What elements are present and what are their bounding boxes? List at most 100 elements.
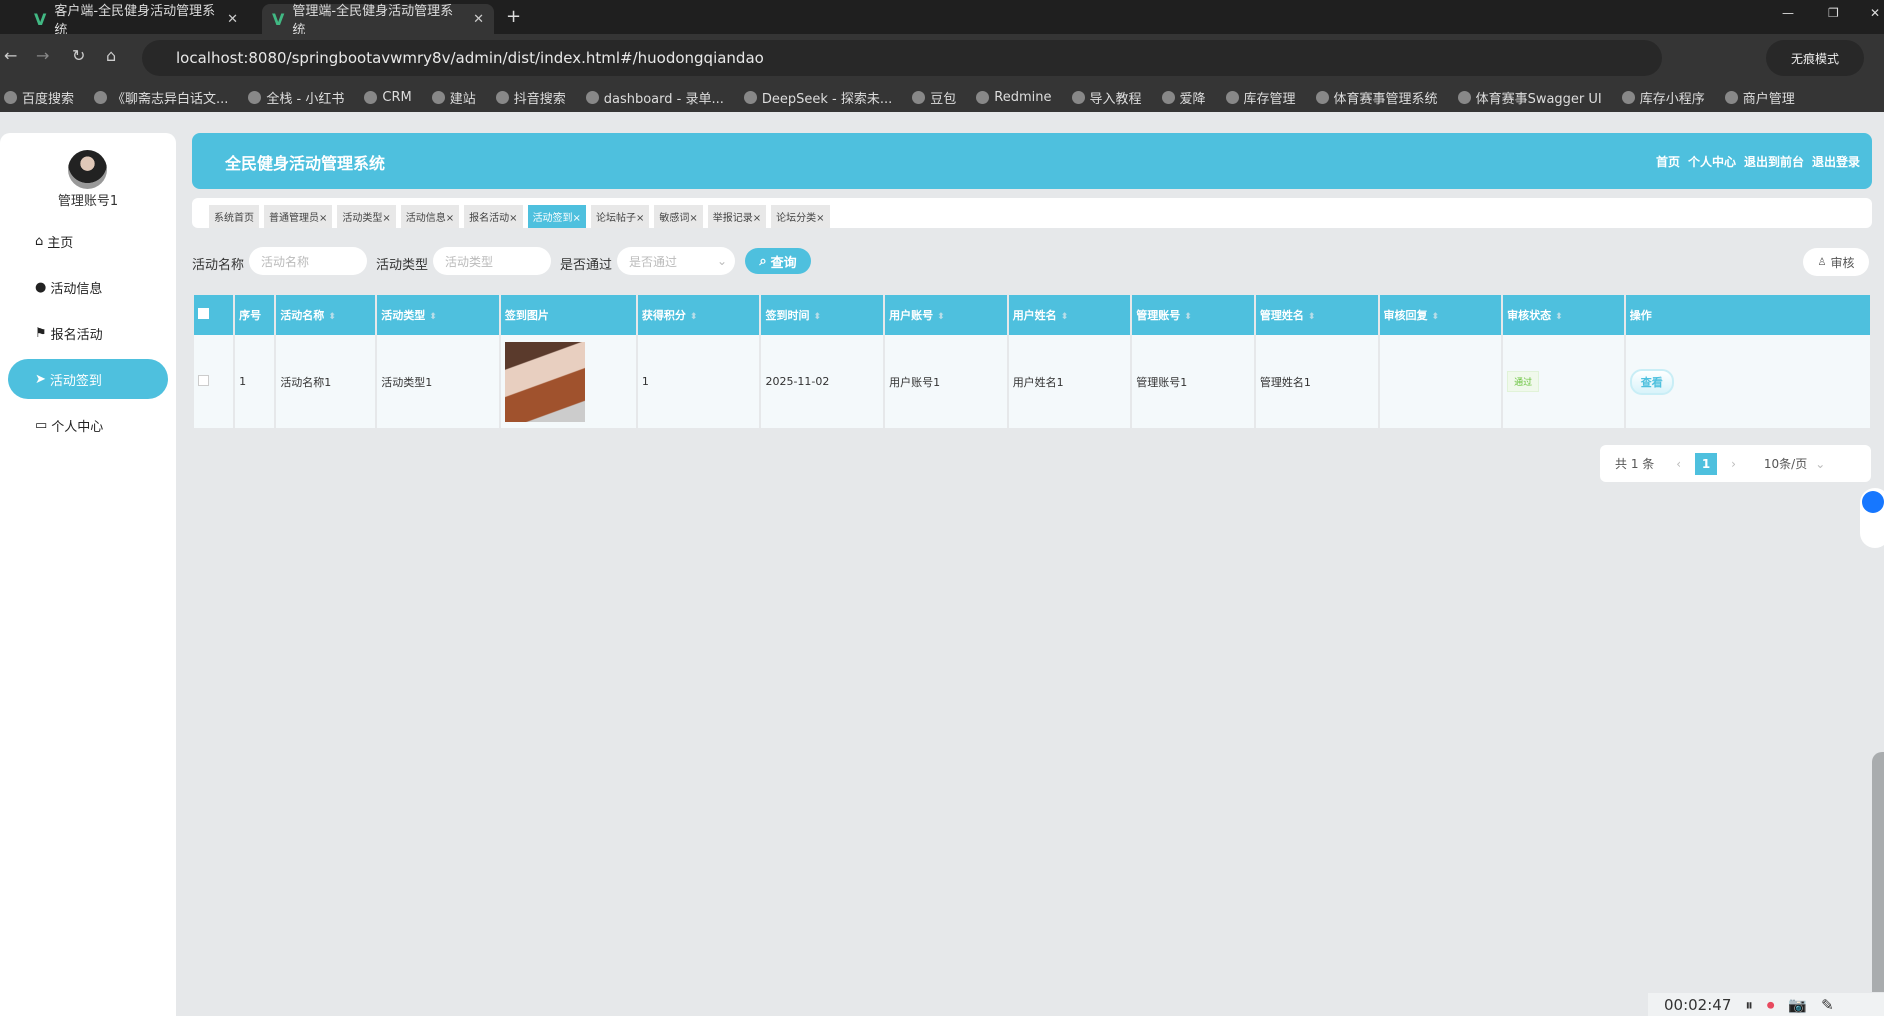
table-row: 1 活动名称1 活动类型1 1 2025-11-02 用户账号1 用户姓名1 管… <box>194 335 1870 428</box>
page-size-select[interactable]: 10条/页 <box>1764 455 1807 472</box>
restore-button[interactable]: ❐ <box>1828 6 1839 20</box>
back-icon[interactable]: ← <box>4 46 17 65</box>
bookmark-item[interactable]: 百度搜索 <box>4 88 74 107</box>
bookmark-item[interactable]: CRM <box>364 90 412 105</box>
column-header[interactable]: 活动名称 ⬍ <box>276 295 376 335</box>
sort-icon[interactable]: ⬍ <box>1308 312 1316 322</box>
row-checkbox[interactable] <box>198 374 209 386</box>
header-link-profile[interactable]: 个人中心 <box>1688 153 1736 170</box>
cell-status: 通过 <box>1503 335 1624 428</box>
column-header[interactable]: 签到时间 ⬍ <box>761 295 884 335</box>
header-link-home[interactable]: 首页 <box>1656 153 1680 170</box>
bookmark-icon <box>1161 90 1175 104</box>
bookmark-item[interactable]: 商户管理 <box>1724 88 1795 107</box>
checkin-photo[interactable] <box>504 341 585 422</box>
tag-1[interactable]: 普通管理员× <box>264 205 333 228</box>
tag-9[interactable]: 论坛分类× <box>771 205 830 228</box>
bookmark-item[interactable]: 库存管理 <box>1225 88 1296 107</box>
sort-icon[interactable]: ⬍ <box>1432 312 1440 322</box>
page-1-button[interactable]: 1 <box>1695 452 1718 475</box>
type-input[interactable]: 活动类型 <box>433 247 551 275</box>
next-page-button[interactable]: › <box>1731 457 1736 471</box>
tag-0[interactable]: 系统首页 <box>209 205 259 228</box>
reload-icon[interactable]: ↻ <box>72 46 85 65</box>
chevron-down-icon: ⌄ <box>716 254 727 268</box>
bookmark-item[interactable]: 豆包 <box>912 88 956 107</box>
bookmark-item[interactable]: 抖音搜索 <box>495 88 566 107</box>
tag-4[interactable]: 报名活动× <box>464 205 523 228</box>
forward-icon[interactable]: → <box>36 46 49 65</box>
header-link-frontend[interactable]: 退出到前台 <box>1744 153 1804 170</box>
header-link-logout[interactable]: 退出登录 <box>1812 153 1860 170</box>
tag-8[interactable]: 举报记录× <box>707 205 767 228</box>
column-header[interactable]: 用户账号 ⬍ <box>885 295 1007 335</box>
tag-5[interactable]: 活动签到× <box>527 205 586 228</box>
sort-icon[interactable]: ⬍ <box>1184 312 1192 322</box>
cell-index: 1 <box>235 335 275 428</box>
select-all-checkbox[interactable] <box>194 295 234 335</box>
cell-image <box>500 335 636 428</box>
close-icon[interactable]: ✕ <box>473 12 484 27</box>
pause-icon[interactable]: ⏸ <box>1745 996 1753 1014</box>
browser-tab[interactable]: V 客户端-全民健身活动管理系统 ✕ <box>24 4 248 38</box>
browser-tab-active[interactable]: V 管理端-全民健身活动管理系统 ✕ <box>262 4 494 38</box>
sort-icon[interactable]: ⬍ <box>1061 312 1069 322</box>
minimize-button[interactable]: — <box>1782 6 1794 20</box>
cell-action: 查看 <box>1625 335 1870 428</box>
sidebar-item-2[interactable]: ⚑ 报名活动 <box>8 313 168 353</box>
bookmark-item[interactable]: 《聊斋志异白话文... <box>94 88 228 107</box>
bookmark-item[interactable]: 体育赛事Swagger UI <box>1457 88 1602 107</box>
tag-2[interactable]: 活动类型× <box>337 205 396 228</box>
column-header: 签到图片 <box>500 295 636 335</box>
bookmark-item[interactable]: 导入教程 <box>1071 88 1142 107</box>
sort-icon[interactable]: ⬍ <box>937 312 945 322</box>
bookmark-icon <box>4 90 17 104</box>
bookmark-item[interactable]: DeepSeek - 探索未... <box>743 88 892 107</box>
bookmark-item[interactable]: 建站 <box>431 88 476 107</box>
sidebar-item-1[interactable]: ● 活动信息 <box>8 267 168 307</box>
prev-page-button[interactable]: ‹ <box>1676 457 1681 471</box>
sidebar-item-0[interactable]: ⌂ 主页 <box>8 221 168 261</box>
sort-icon[interactable]: ⬍ <box>1555 312 1563 322</box>
name-input[interactable]: 活动名称 <box>249 247 367 275</box>
column-header[interactable]: 管理账号 ⬍ <box>1132 295 1254 335</box>
sort-icon[interactable]: ⬍ <box>690 312 698 322</box>
tag-6[interactable]: 论坛帖子× <box>590 205 650 228</box>
data-table: 序号 活动名称 ⬍ 活动类型 ⬍ 签到图片 获得积分 ⬍ 签到时间 ⬍ 用户账号 ⬍ 用户姓名 ⬍ 管理账号… <box>192 295 1872 428</box>
bookmark-icon <box>248 90 262 104</box>
sidebar-item-3[interactable]: ➤ 活动签到 <box>8 359 168 399</box>
column-header[interactable]: 审核回复 ⬍ <box>1379 295 1502 335</box>
column-header[interactable]: 管理姓名 ⬍ <box>1255 295 1378 335</box>
tag-7[interactable]: 敏感词× <box>654 205 703 228</box>
sidebar-item-4[interactable]: ▭ 个人中心 <box>8 405 168 445</box>
floating-widget[interactable] <box>1860 488 1884 548</box>
close-window-button[interactable]: ✕ <box>1870 6 1880 20</box>
column-header[interactable]: 获得积分 ⬍ <box>637 295 760 335</box>
bookmark-item[interactable]: 爱降 <box>1161 88 1206 107</box>
column-header[interactable]: 用户姓名 ⬍ <box>1008 295 1131 335</box>
query-button[interactable]: ⌕ 查询 <box>745 248 811 274</box>
pass-select[interactable]: 是否通过 ⌄ <box>617 247 735 275</box>
bookmark-item[interactable]: 体育赛事管理系统 <box>1315 88 1438 107</box>
stop-icon[interactable]: ⏺ <box>1767 996 1775 1014</box>
sort-icon[interactable]: ⬍ <box>328 312 336 322</box>
sort-icon[interactable]: ⬍ <box>429 312 437 322</box>
bookmark-item[interactable]: Redmine <box>976 90 1052 105</box>
view-button[interactable]: 查看 <box>1629 368 1674 395</box>
pencil-icon[interactable]: ✎ <box>1821 996 1834 1014</box>
column-header[interactable]: 审核状态 ⬍ <box>1503 295 1624 335</box>
new-tab-button[interactable]: + <box>506 6 521 27</box>
close-icon[interactable]: ✕ <box>227 12 238 27</box>
url-input[interactable]: localhost:8080/springbootavwmry8v/admin/… <box>142 40 1662 76</box>
bookmark-icon <box>94 90 108 104</box>
sort-icon[interactable]: ⬍ <box>813 312 821 322</box>
incognito-badge[interactable]: 无痕模式 <box>1766 40 1864 76</box>
audit-button[interactable]: ♙ 审核 <box>1803 248 1869 276</box>
bookmark-item[interactable]: 全栈 - 小红书 <box>248 88 344 107</box>
bookmark-item[interactable]: dashboard - 录单... <box>585 88 724 107</box>
bookmark-item[interactable]: 库存小程序 <box>1621 88 1705 107</box>
tag-3[interactable]: 活动信息× <box>400 205 460 228</box>
camera-icon[interactable]: 📷 <box>1788 996 1807 1014</box>
home-icon[interactable]: ⌂ <box>106 46 116 65</box>
column-header[interactable]: 活动类型 ⬍ <box>377 295 499 335</box>
